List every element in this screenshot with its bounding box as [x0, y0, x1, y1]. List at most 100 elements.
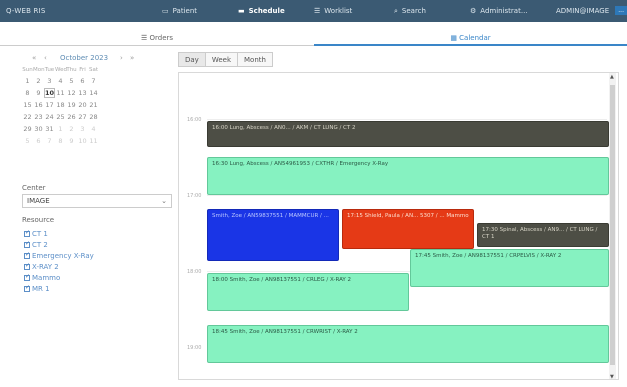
app-brand[interactable]: Q-WEB RIS [6, 7, 46, 15]
resource-checkbox-item[interactable]: CT 2 [24, 239, 94, 250]
resource-label-text: Mammo [32, 273, 61, 282]
calendar-day[interactable]: 26 [66, 113, 77, 121]
calendar-day[interactable]: 7 [88, 77, 99, 85]
next-month-button[interactable]: › [120, 54, 123, 62]
scrollbar-thumb[interactable] [610, 85, 615, 365]
hour-line [207, 195, 607, 196]
calendar-day[interactable]: 7 [44, 137, 55, 145]
calendar-day[interactable]: 13 [77, 89, 88, 97]
tab-orders[interactable]: ☰ Orders [0, 30, 314, 46]
scroll-down-icon[interactable]: ▼ [610, 374, 614, 379]
calendar-day[interactable]: 5 [22, 137, 33, 145]
checkbox-icon[interactable] [24, 273, 30, 281]
nav-patient[interactable]: ▭ Patient [162, 7, 197, 15]
appointment-event[interactable]: Smith, Zoe / AN59837551 / MAMMCUR / ... [207, 209, 339, 261]
time-label: 18:00 [187, 269, 202, 275]
calendar-day[interactable]: 20 [77, 101, 88, 109]
week-view-button[interactable]: Week [204, 52, 239, 67]
calendar-month-title[interactable]: October 2023 [60, 54, 108, 62]
resource-checkbox-item[interactable]: Emergency X-Ray [24, 250, 94, 261]
calendar-day[interactable]: 2 [33, 77, 44, 85]
calendar-day[interactable]: 22 [22, 113, 33, 121]
calendar-day[interactable]: 10 [77, 137, 88, 145]
calendar-day[interactable]: 27 [77, 113, 88, 121]
nav-worklist[interactable]: ☰ Worklist [314, 7, 352, 15]
calendar-day[interactable]: 8 [55, 137, 66, 145]
checkbox-icon[interactable] [24, 229, 30, 237]
month-view-button[interactable]: Month [237, 52, 273, 67]
view-toggle: Day Week Month [178, 52, 273, 68]
nav-administration[interactable]: ⚙ Administrat... [470, 7, 528, 15]
calendar-day[interactable]: 21 [88, 101, 99, 109]
calendar-day[interactable]: 10 [44, 88, 55, 98]
calendar-day[interactable]: 6 [33, 137, 44, 145]
prev-year-button[interactable]: « [32, 54, 36, 62]
hour-line [207, 119, 607, 120]
calendar-day[interactable]: 24 [44, 113, 55, 121]
appointment-event[interactable]: 17:30 Spinal, Abscess / AN9... / CT LUNG… [477, 223, 609, 247]
resource-label-text: MR 1 [32, 284, 50, 293]
resource-label-text: X-RAY 2 [32, 262, 59, 271]
calendar-day-grid: 1 2 3 4 5 6 7 8 9 10 11 12 13 14 15 16 17 18 19 20 21 22 23 24 2… [22, 75, 172, 147]
calendar-day[interactable]: 16 [33, 101, 44, 109]
prev-month-button[interactable]: ‹ [44, 54, 47, 62]
calendar-day[interactable]: 5 [66, 77, 77, 85]
user-name[interactable]: ADMIN@IMAGE [556, 7, 609, 15]
calendar-day[interactable]: 4 [55, 77, 66, 85]
calendar-day[interactable]: 30 [33, 125, 44, 133]
top-navbar: Q-WEB RIS ▭ Patient ▬ Schedule ☰ Worklist ⌕… [0, 0, 627, 22]
calendar-day[interactable]: 28 [88, 113, 99, 121]
user-menu-tag[interactable]: ... [615, 6, 627, 15]
calendar-day[interactable]: 3 [77, 125, 88, 133]
appointment-event[interactable]: 17:15 Shield, Paula / AN... 5307 / ... M… [342, 209, 474, 249]
calendar-day[interactable]: 9 [66, 137, 77, 145]
nav-search[interactable]: ⌕ Search [394, 7, 426, 16]
nav-schedule[interactable]: ▬ Schedule [238, 7, 285, 15]
calendar-day[interactable]: 1 [55, 125, 66, 133]
scroll-up-icon[interactable]: ▲ [610, 74, 614, 80]
resource-checkbox-item[interactable]: MR 1 [24, 283, 94, 294]
calendar-day[interactable]: 2 [66, 125, 77, 133]
calendar-day[interactable]: 12 [66, 89, 77, 97]
calendar-day[interactable]: 15 [22, 101, 33, 109]
calendar-day[interactable]: 6 [77, 77, 88, 85]
appointment-event[interactable]: 16:00 Lung, Abscess / AN0... / AKM / CT … [207, 121, 609, 147]
checkbox-icon[interactable] [24, 284, 30, 292]
calendar-day[interactable]: 25 [55, 113, 66, 121]
calendar-day[interactable]: 8 [22, 89, 33, 97]
calendar-day[interactable]: 9 [33, 89, 44, 97]
checkbox-icon[interactable] [24, 240, 30, 248]
resource-checkbox-item[interactable]: Mammo [24, 272, 94, 283]
calendar-day[interactable]: 11 [55, 89, 66, 97]
calendar-week-row: 5 6 7 8 9 10 11 [22, 135, 172, 147]
appointment-event[interactable]: 17:45 Smith, Zoe / AN98137551 / CRPELVIS… [410, 249, 609, 287]
calendar-day[interactable]: 19 [66, 101, 77, 109]
calendar-day[interactable]: 17 [44, 101, 55, 109]
calendar-scrollbar[interactable]: ▲ ▼ [609, 73, 616, 379]
appointment-event[interactable]: 16:30 Lung, Abscess / AN54961953 / CXTHR… [207, 157, 609, 195]
calendar-day[interactable]: 23 [33, 113, 44, 121]
appointment-event[interactable]: 18:45 Smith, Zoe / AN98137551 / CRWRIST … [207, 325, 609, 363]
resource-checkbox-item[interactable]: X-RAY 2 [24, 261, 94, 272]
calendar-day[interactable]: 4 [88, 125, 99, 133]
center-select[interactable]: IMAGE ⌄ [22, 194, 172, 208]
calendar-day[interactable]: 11 [88, 137, 99, 145]
calendar-day[interactable]: 18 [55, 101, 66, 109]
resource-label-text: CT 2 [32, 240, 48, 249]
checkbox-icon[interactable] [24, 251, 30, 259]
day-view-button[interactable]: Day [178, 52, 206, 67]
center-label: Center [22, 184, 46, 192]
calendar-day[interactable]: 31 [44, 125, 55, 133]
checkbox-icon[interactable] [24, 262, 30, 270]
schedule-icon: ▬ [238, 7, 245, 15]
resource-checkbox-item[interactable]: CT 1 [24, 228, 94, 239]
calendar-day[interactable]: 3 [44, 77, 55, 85]
calendar-day[interactable]: 14 [88, 89, 99, 97]
resource-label: Resource [22, 216, 55, 224]
calendar-day[interactable]: 29 [22, 125, 33, 133]
appointment-event[interactable]: 18:00 Smith, Zoe / AN98137551 / CRLEG / … [207, 273, 409, 311]
next-year-button[interactable]: » [130, 54, 134, 62]
worklist-icon: ☰ [314, 7, 321, 15]
tab-calendar[interactable]: ▦ Calendar [314, 30, 627, 46]
calendar-day[interactable]: 1 [22, 77, 33, 85]
